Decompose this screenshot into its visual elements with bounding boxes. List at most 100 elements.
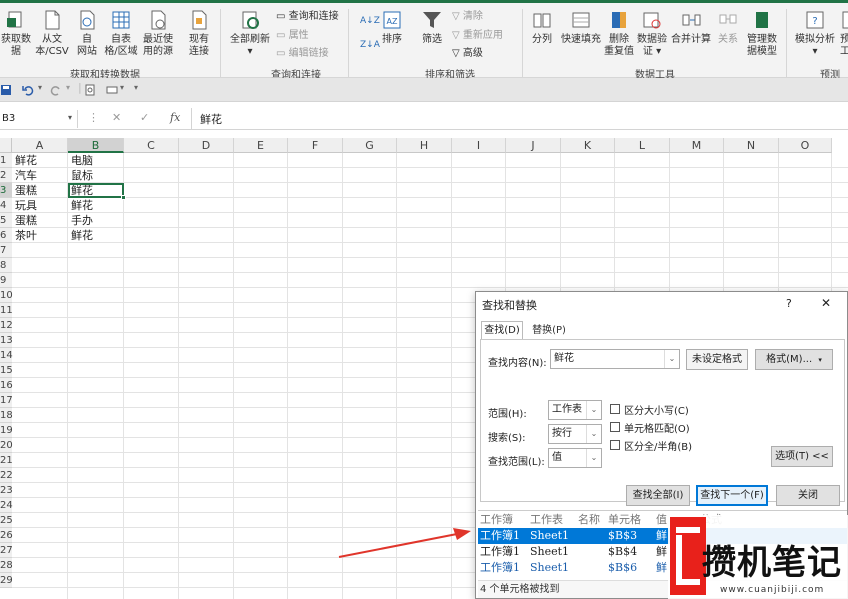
redo-dropdown-icon[interactable]: ▾ [66,83,70,92]
column-header-h[interactable]: H [397,138,452,153]
refresh-all-button[interactable]: 全部刷新 ▾ [228,9,272,58]
column-header-j[interactable]: J [506,138,561,153]
row-header-18[interactable]: 18 [0,408,13,423]
close-button[interactable]: 关闭 [776,485,840,506]
from-table-button[interactable]: 自表 格/区域 [103,9,139,58]
match-width-checkbox[interactable] [610,440,620,450]
chevron-down-icon[interactable]: ⌄ [664,350,679,368]
formula-input[interactable]: 鲜花 [200,111,222,127]
select-all-corner[interactable] [0,138,12,153]
undo-icon[interactable] [22,84,34,96]
column-header-m[interactable]: M [670,138,724,153]
relationships-button[interactable]: 关系 [714,9,742,46]
cell-b5[interactable]: 手办 [67,213,123,228]
row-header-8[interactable]: 8 [0,258,12,273]
column-header-sheet[interactable]: 工作表 [530,512,563,528]
column-header-o[interactable]: O [779,138,832,153]
existing-connection-button[interactable]: 现有 连接 [185,9,213,58]
tab-find[interactable]: 查找(D) [481,321,523,340]
column-header-b[interactable]: B [68,138,124,153]
queries-connections-button[interactable]: ▭ 查询和连接 [276,11,339,23]
from-web-button[interactable]: 自 网站 [73,9,101,58]
look-in-select[interactable]: 值 ⌄ [548,448,602,468]
text-to-columns-button[interactable]: 分列 [528,9,556,46]
filter-button[interactable]: 筛选 [418,9,446,46]
redo-icon[interactable] [50,84,62,96]
cell-a5[interactable]: 蛋糕 [11,213,67,228]
row-header-9[interactable]: 9 [0,273,12,288]
column-header-e[interactable]: E [234,138,288,153]
forecast-button[interactable]: 预 工 [840,9,848,58]
cell-b4[interactable]: 鲜花 [67,198,123,213]
advanced-filter-button[interactable]: ▽ 高级 [452,48,483,60]
data-validation-button[interactable]: 数据验 证 ▾ [636,9,668,58]
within-select[interactable]: 工作表 ⌄ [548,400,602,420]
column-header-f[interactable]: F [288,138,343,153]
search-order-select[interactable]: 按行 ⌄ [548,424,602,444]
format-button[interactable]: 格式(M)... ▾ [755,349,833,370]
row-header-17[interactable]: 17 [0,393,13,408]
match-cell-checkbox[interactable] [610,422,620,432]
column-header-value[interactable]: 值 [656,512,667,528]
row-header-13[interactable]: 13 [0,333,13,348]
sort-button[interactable]: AZ 排序 [378,9,406,46]
cell-b6[interactable]: 鲜花 [67,228,123,243]
column-header-name[interactable]: 名称 [578,512,600,528]
consolidate-button[interactable]: 合并计算 [670,9,712,46]
reapply-button[interactable]: ▽ 重新应用 [452,30,503,42]
find-what-input[interactable]: 鲜花 ⌄ [550,349,680,369]
customize-qat-icon[interactable]: ▾ [134,83,138,92]
row-header-28[interactable]: 28 [0,558,13,573]
manage-data-model-button[interactable]: 管理数 据模型 [744,9,780,58]
find-next-button[interactable]: 查找下一个(F) [696,485,768,506]
row-header-11[interactable]: 11 [0,303,13,318]
column-header-l[interactable]: L [615,138,670,153]
print-dropdown-icon[interactable]: ▾ [120,83,124,92]
row-header-21[interactable]: 21 [0,453,13,468]
column-header-n[interactable]: N [724,138,779,153]
row-header-29[interactable]: 29 [0,573,13,588]
column-header-k[interactable]: K [561,138,615,153]
properties-button[interactable]: ▭ 属性 [276,30,309,42]
cell-a1[interactable]: 鲜花 [11,153,67,168]
row-header-10[interactable]: 10 [0,288,13,303]
column-header-cell[interactable]: 单元格 [608,512,641,528]
name-box[interactable]: B3 [0,110,78,128]
cancel-icon[interactable]: ✕ [112,111,121,124]
find-all-button[interactable]: 查找全部(I) [626,485,690,506]
column-header-c[interactable]: C [124,138,179,153]
column-header-g[interactable]: G [343,138,397,153]
clear-filter-button[interactable]: ▽ 清除 [452,11,483,23]
flash-fill-button[interactable]: 快速填充 [560,9,602,46]
save-icon[interactable] [0,84,12,96]
sort-asc-icon[interactable]: A↓Z [360,15,380,27]
column-header-a[interactable]: A [12,138,68,153]
fill-handle[interactable] [121,195,126,200]
what-if-analysis-button[interactable]: ? 模拟分析 ▾ [792,9,838,58]
row-header-20[interactable]: 20 [0,438,13,453]
from-text-button[interactable]: 从文 本/CSV [33,9,71,58]
print-icon[interactable] [106,84,118,96]
cell-b2[interactable]: 鼠标 [67,168,123,183]
column-header-i[interactable]: I [452,138,506,153]
get-data-button[interactable]: 获取数 据 [0,9,32,58]
options-button[interactable]: 选项(T) << [771,446,833,467]
recent-source-button[interactable]: 最近使 用的源 [141,9,175,58]
row-header-15[interactable]: 15 [0,363,13,378]
close-icon[interactable]: ✕ [821,296,831,310]
sort-desc-icon[interactable]: Z↓A [360,39,380,51]
match-case-checkbox[interactable] [610,404,620,414]
column-header-workbook[interactable]: 工作簿 [480,512,513,528]
cell-a2[interactable]: 汽车 [11,168,67,183]
edit-links-button[interactable]: ▭ 编辑链接 [276,48,329,60]
cell-a4[interactable]: 玩具 [11,198,67,213]
cell-b1[interactable]: 电脑 [67,153,123,168]
row-header-14[interactable]: 14 [0,348,13,363]
column-header-d[interactable]: D [179,138,234,153]
row-header-25[interactable]: 25 [0,513,13,528]
name-box-dropdown-icon[interactable]: ▾ [68,113,72,122]
help-button[interactable]: ? [786,297,792,310]
row-header-12[interactable]: 12 [0,318,13,333]
confirm-icon[interactable]: ✓ [140,111,149,124]
row-header-26[interactable]: 26 [0,528,13,543]
